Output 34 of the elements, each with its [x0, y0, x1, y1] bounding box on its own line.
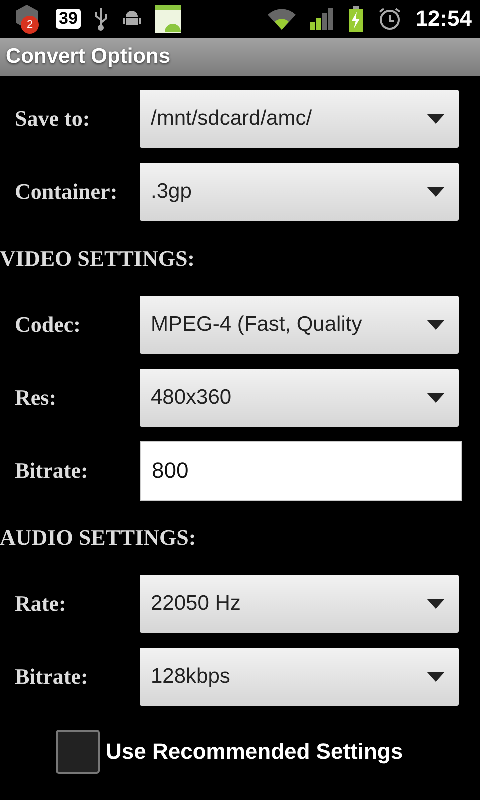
- caret-icon: [427, 187, 445, 197]
- signal-icon: [310, 8, 334, 30]
- dropdown[interactable]: 128kbps: [140, 648, 459, 706]
- window-title: Convert Options: [6, 45, 171, 69]
- field-label: Res:: [14, 385, 58, 411]
- section-heading: VIDEO SETTINGS:: [0, 244, 196, 272]
- clock-time: 12:54: [416, 6, 472, 32]
- dropdown[interactable]: MPEG-4 (Fast, Quality: [140, 296, 459, 354]
- caret-icon: [427, 599, 445, 609]
- caret-icon: [427, 672, 445, 682]
- checkbox[interactable]: [56, 730, 100, 774]
- dropdown[interactable]: 480x360: [140, 369, 459, 427]
- caret-icon: [427, 320, 445, 330]
- notification-count: 2: [21, 16, 39, 34]
- battery-icon: [348, 6, 364, 32]
- field-label: Rate:: [14, 591, 68, 617]
- caret-icon: [427, 114, 445, 124]
- field-label: Codec:: [14, 312, 82, 338]
- input-field[interactable]: 800: [140, 441, 462, 501]
- field-label: Container:: [14, 179, 119, 205]
- field-label: Save to:: [14, 106, 92, 132]
- wifi-icon: [268, 8, 296, 30]
- field-label: Bitrate:: [14, 458, 90, 484]
- dropdown[interactable]: /mnt/sdcard/amc/: [140, 90, 459, 148]
- usb-icon: [92, 6, 109, 32]
- section-heading: AUDIO SETTINGS:: [0, 524, 198, 552]
- count-badge: 39: [56, 9, 81, 29]
- field-label: Bitrate:: [14, 664, 90, 690]
- app-icon: [154, 5, 181, 33]
- caret-icon: [427, 393, 445, 403]
- checkbox-label[interactable]: Use Recommended Settings: [106, 739, 404, 765]
- dropdown[interactable]: .3gp: [140, 163, 459, 221]
- alarm-icon: [378, 7, 402, 31]
- dropdown[interactable]: 22050 Hz: [140, 575, 459, 633]
